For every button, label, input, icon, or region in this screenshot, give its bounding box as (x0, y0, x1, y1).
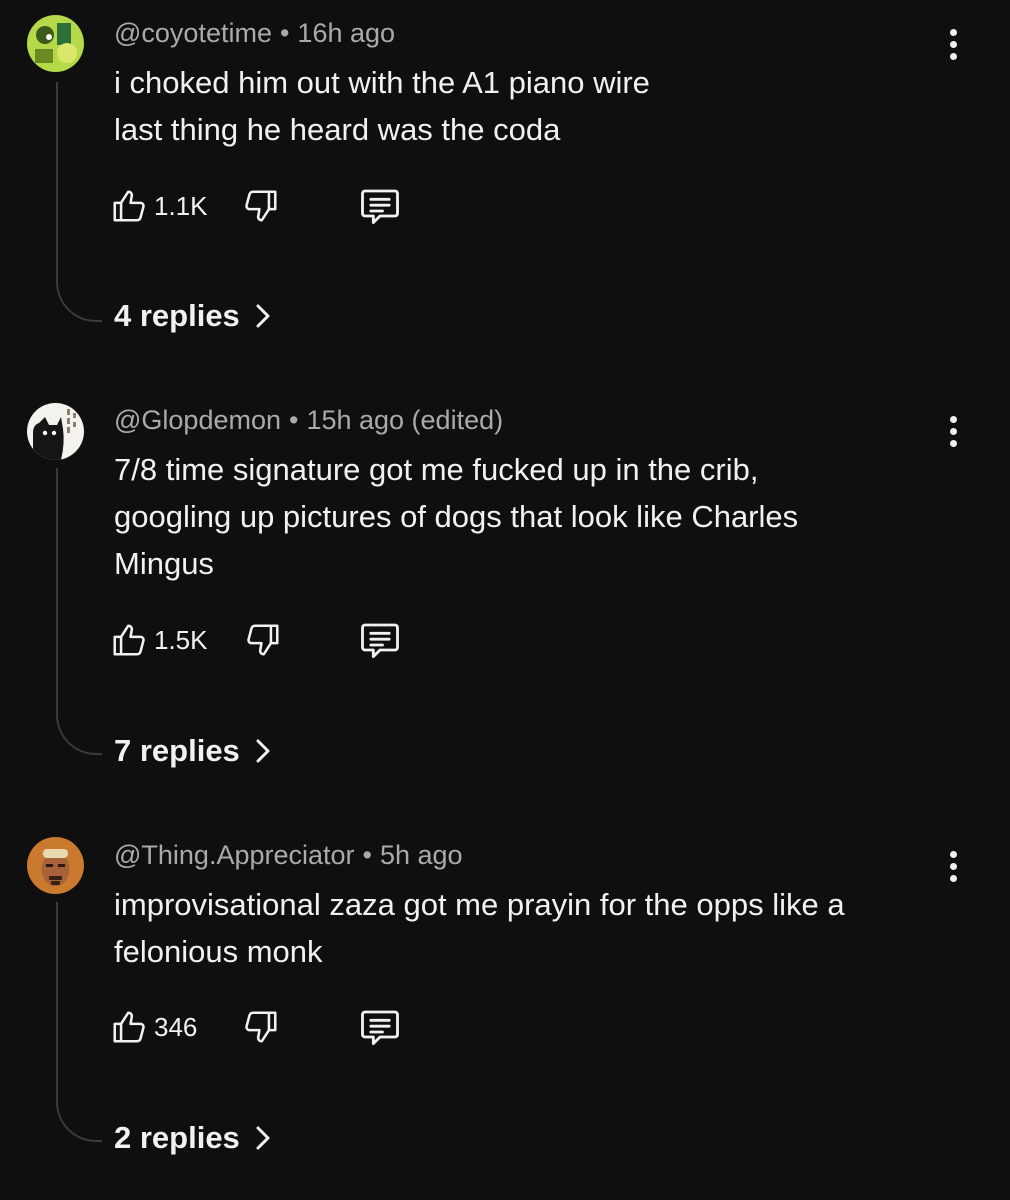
comment-actions: 1.1K (110, 186, 430, 226)
comment-line: 7/8 time signature got me fucked up in t… (114, 452, 759, 487)
more-vertical-icon[interactable] (938, 846, 968, 886)
thread-line (56, 468, 102, 755)
avatar[interactable] (27, 15, 84, 72)
reply-button[interactable] (358, 186, 402, 226)
replies-label: 4 replies (114, 298, 240, 333)
thumbs-up-icon (113, 1011, 145, 1043)
comment-line: googling up pictures of dogs that look l… (114, 499, 799, 534)
chevron-right-icon (256, 1126, 270, 1150)
dislike-button[interactable] (242, 186, 280, 226)
comment-line: i choked him out with the A1 piano wire (114, 65, 650, 100)
comment-meta: @coyotetime • 16h ago (114, 18, 395, 49)
meta-separator: • (279, 18, 290, 48)
author-name[interactable]: @coyotetime (114, 18, 272, 48)
thumbs-down-icon (245, 1011, 277, 1043)
avatar[interactable] (27, 403, 84, 460)
like-count: 346 (154, 1011, 198, 1042)
view-replies-button[interactable]: 4 replies (114, 298, 272, 334)
view-replies-button[interactable]: 7 replies (114, 733, 272, 769)
chevron-right-icon (256, 304, 270, 328)
comment-icon (361, 1010, 399, 1046)
like-button[interactable]: 1.1K (110, 186, 208, 226)
comment-line: last thing he heard was the coda (114, 112, 561, 147)
reply-button[interactable] (358, 1007, 402, 1047)
comment-icon (361, 189, 399, 225)
chevron-right-icon (256, 739, 270, 763)
comment-meta: @Glopdemon • 15h ago (edited) (114, 405, 503, 436)
author-name[interactable]: @Glopdemon (114, 405, 281, 435)
timestamp: 16h ago (297, 18, 396, 48)
thumbs-down-icon (245, 190, 277, 222)
replies-label: 2 replies (114, 1120, 240, 1155)
comment-meta: @Thing.Appreciator • 5h ago (114, 840, 463, 871)
dislike-button[interactable] (244, 620, 282, 660)
author-name[interactable]: @Thing.Appreciator (114, 840, 355, 870)
comment-text: improvisational zaza got me prayin for t… (114, 881, 914, 975)
comment-line: Mingus (114, 546, 214, 581)
like-count: 1.5K (154, 624, 208, 655)
thumbs-up-icon (113, 190, 145, 222)
comment-actions: 1.5K (110, 620, 430, 660)
comment-text: i choked him out with the A1 piano wire … (114, 59, 914, 153)
comment-text: 7/8 time signature got me fucked up in t… (114, 446, 914, 587)
comment-line: felonious monk (114, 934, 323, 969)
meta-separator: • (362, 840, 372, 870)
reply-button[interactable] (358, 620, 402, 660)
replies-label: 7 replies (114, 733, 240, 768)
thread-line (56, 902, 102, 1142)
thread-line (56, 82, 102, 322)
timestamp: 15h ago (edited) (306, 405, 504, 435)
like-button[interactable]: 1.5K (110, 620, 208, 660)
dislike-button[interactable] (242, 1007, 280, 1047)
thumbs-down-icon (247, 624, 279, 656)
avatar[interactable] (27, 837, 84, 894)
comment-icon (361, 623, 399, 659)
timestamp: 5h ago (379, 840, 463, 870)
comment-line: improvisational zaza got me prayin for t… (114, 887, 845, 922)
meta-separator: • (289, 405, 299, 435)
comment-actions: 346 (110, 1007, 430, 1047)
more-vertical-icon[interactable] (938, 411, 968, 451)
view-replies-button[interactable]: 2 replies (114, 1120, 272, 1156)
more-vertical-icon[interactable] (938, 24, 968, 64)
like-count: 1.1K (154, 190, 208, 221)
like-button[interactable]: 346 (110, 1007, 197, 1047)
thumbs-up-icon (113, 624, 145, 656)
